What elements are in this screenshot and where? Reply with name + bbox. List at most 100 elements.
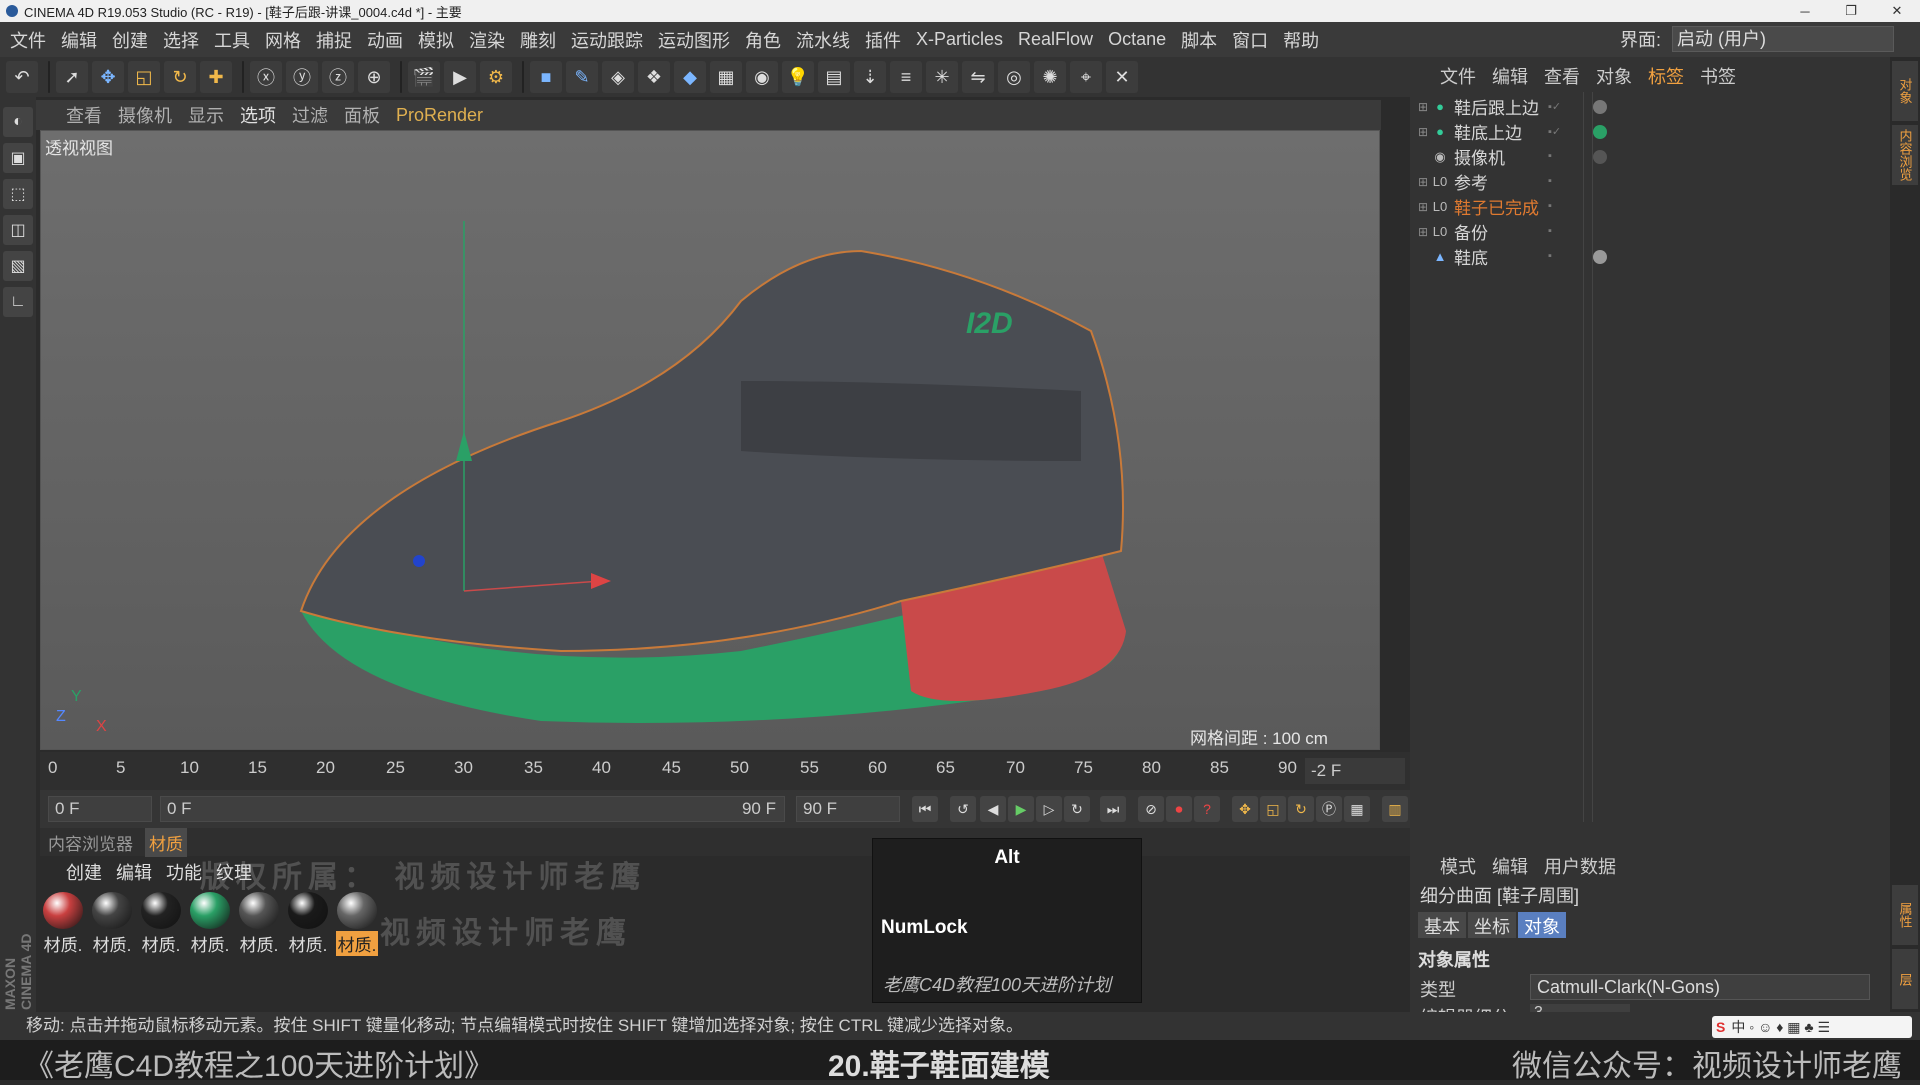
viewport-menu-panel[interactable]: 面板 [344, 102, 380, 128]
menu-render[interactable]: 渲染 [469, 27, 505, 53]
menu-simulate[interactable]: 模拟 [418, 27, 454, 53]
viewport-menu-display[interactable]: 显示 [188, 102, 224, 128]
menu-sculpt[interactable]: 雕刻 [520, 27, 556, 53]
expand-icon[interactable]: ⊞ [1418, 125, 1432, 139]
keyframe-selection-icon[interactable]: ? [1194, 796, 1220, 822]
obj-menu-file[interactable]: 文件 [1440, 63, 1476, 89]
rotate-tool-icon[interactable]: ↻ [164, 61, 196, 93]
object-row[interactable]: ⊞ ● 鞋后跟上边 ▪✓ [1418, 94, 1878, 119]
frame-range-slider[interactable]: 0 F 90 F [160, 796, 785, 822]
floor-icon[interactable]: ▦ [710, 61, 742, 93]
start-frame-field[interactable]: 0 F [48, 796, 152, 822]
material-swatch[interactable]: 材质. [187, 890, 233, 956]
visibility-toggle-icon[interactable]: ▪ [1548, 150, 1568, 164]
obj-menu-view[interactable]: 查看 [1544, 63, 1580, 89]
render-view-icon[interactable]: 🎬 [408, 61, 440, 93]
key-scale-icon[interactable]: ◱ [1260, 796, 1286, 822]
material-menu-function[interactable]: 功能 [166, 859, 202, 885]
go-to-start-icon[interactable]: ⏮ [912, 796, 938, 822]
attr-menu-user-data[interactable]: 用户数据 [1544, 853, 1616, 879]
obj-menu-edit[interactable]: 编辑 [1492, 63, 1528, 89]
menu-pipeline[interactable]: 流水线 [796, 27, 850, 53]
polygons-mode-icon[interactable]: ▧ [3, 251, 33, 281]
material-menu-edit[interactable]: 编辑 [116, 859, 152, 885]
render-picture-viewer-icon[interactable]: ▶ [444, 61, 476, 93]
viewport-menu-view[interactable]: 查看 [66, 102, 102, 128]
expand-icon[interactable]: ⊞ [1418, 225, 1432, 239]
menu-realflow[interactable]: RealFlow [1018, 29, 1093, 50]
dock-tab-attributes[interactable]: 属性 [1892, 885, 1918, 945]
previous-frame-icon[interactable]: ◀ [980, 796, 1006, 822]
visibility-toggle-icon[interactable]: ▪ [1548, 225, 1568, 239]
menu-character[interactable]: 角色 [745, 27, 781, 53]
object-row[interactable]: ⊞ L0 鞋子已完成 ▪ [1418, 194, 1878, 219]
go-to-end-icon[interactable]: ⏭ [1100, 796, 1126, 822]
select-tool-icon[interactable]: ➚ [56, 61, 88, 93]
menu-edit[interactable]: 编辑 [61, 27, 97, 53]
object-row[interactable]: ⊞ ● 鞋底上边 ▪✓ [1418, 119, 1878, 144]
menu-x-particles[interactable]: X-Particles [916, 29, 1003, 50]
render-settings-icon[interactable]: ⚙ [480, 61, 512, 93]
dock-tab-objects[interactable]: 对象 [1892, 61, 1918, 121]
object-row[interactable]: ⊞ L0 参考 ▪ [1418, 169, 1878, 194]
obj-menu-bookmarks[interactable]: 书签 [1700, 63, 1736, 89]
tab-materials[interactable]: 材质 [145, 827, 187, 857]
deformer-icon[interactable]: ◆ [674, 61, 706, 93]
current-frame-field[interactable]: -2 F [1305, 758, 1405, 784]
material-swatch[interactable]: 材质. [138, 890, 184, 956]
menu-script[interactable]: 脚本 [1181, 27, 1217, 53]
material-swatch[interactable]: 材质. [89, 890, 135, 956]
expand-icon[interactable]: ⊞ [1418, 175, 1432, 189]
key-position-icon[interactable]: ✥ [1232, 796, 1258, 822]
symmetry-icon[interactable]: ⇋ [962, 61, 994, 93]
visibility-toggle-icon[interactable]: ▪ [1548, 175, 1568, 189]
next-key-icon[interactable]: ↻ [1064, 796, 1090, 822]
visibility-toggle-icon[interactable]: ▪ [1548, 200, 1568, 214]
soft-selection-icon[interactable]: ◎ [998, 61, 1030, 93]
attr-menu-mode[interactable]: 模式 [1440, 853, 1476, 879]
menu-select[interactable]: 选择 [163, 27, 199, 53]
expand-icon[interactable]: ⊞ [1418, 100, 1432, 114]
menu-create[interactable]: 创建 [112, 27, 148, 53]
drop-to-floor-icon[interactable]: ⇣ [854, 61, 886, 93]
edges-mode-icon[interactable]: ◫ [3, 215, 33, 245]
menu-help[interactable]: 帮助 [1283, 27, 1319, 53]
spline-pen-icon[interactable]: ✎ [566, 61, 598, 93]
knife-icon[interactable]: ⌖ [1070, 61, 1102, 93]
material-swatch-selected[interactable]: 材质. [334, 890, 380, 956]
end-frame-field[interactable]: 90 F [796, 796, 900, 822]
menu-tools[interactable]: 工具 [214, 27, 250, 53]
visibility-toggle-icon[interactable]: ▪✓ [1548, 100, 1568, 114]
x-axis-lock-icon[interactable]: ⓧ [250, 61, 282, 93]
tab-object[interactable]: 对象 [1518, 912, 1566, 938]
object-row[interactable]: ◉ 摄像机 ▪ [1418, 144, 1878, 169]
menu-plugins[interactable]: 插件 [865, 27, 901, 53]
weld-icon[interactable]: ✺ [1034, 61, 1066, 93]
obj-menu-objects[interactable]: 对象 [1596, 63, 1632, 89]
undo-icon[interactable]: ↶ [6, 61, 38, 93]
dock-tab-layers[interactable]: 层 [1892, 949, 1918, 1009]
cube-icon[interactable]: ■ [530, 61, 562, 93]
material-tag-icon[interactable] [1593, 124, 1607, 139]
material-tag-icon[interactable] [1593, 99, 1607, 114]
menu-mograph[interactable]: 运动图形 [658, 27, 730, 53]
mirror-icon[interactable]: ✕ [1106, 61, 1138, 93]
last-tool-icon[interactable]: ✚ [200, 61, 232, 93]
timeline-ruler[interactable]: 0 5 10 15 20 25 30 35 40 45 50 55 60 65 … [40, 752, 1410, 790]
maximize-button[interactable]: ❐ [1828, 0, 1874, 22]
material-swatch[interactable]: 材质. [285, 890, 331, 956]
move-tool-icon[interactable]: ✥ [92, 61, 124, 93]
points-mode-icon[interactable]: ⬚ [3, 179, 33, 209]
minimize-button[interactable]: ─ [1782, 0, 1828, 22]
menu-window[interactable]: 窗口 [1232, 27, 1268, 53]
tab-content-browser[interactable]: 内容浏览器 [44, 828, 137, 857]
align-icon[interactable]: ≡ [890, 61, 922, 93]
camera-tag-icon[interactable] [1593, 149, 1607, 164]
tab-coordinates[interactable]: 坐标 [1468, 912, 1516, 938]
grid-plane-icon[interactable]: ▤ [818, 61, 850, 93]
attr-menu-edit[interactable]: 编辑 [1492, 853, 1528, 879]
subdivision-surface-icon[interactable]: ◈ [602, 61, 634, 93]
interface-layout-select[interactable]: 启动 (用户) [1672, 26, 1894, 52]
menu-mesh[interactable]: 网格 [265, 27, 301, 53]
object-row[interactable]: ▲ 鞋底 ▪ [1418, 244, 1878, 269]
